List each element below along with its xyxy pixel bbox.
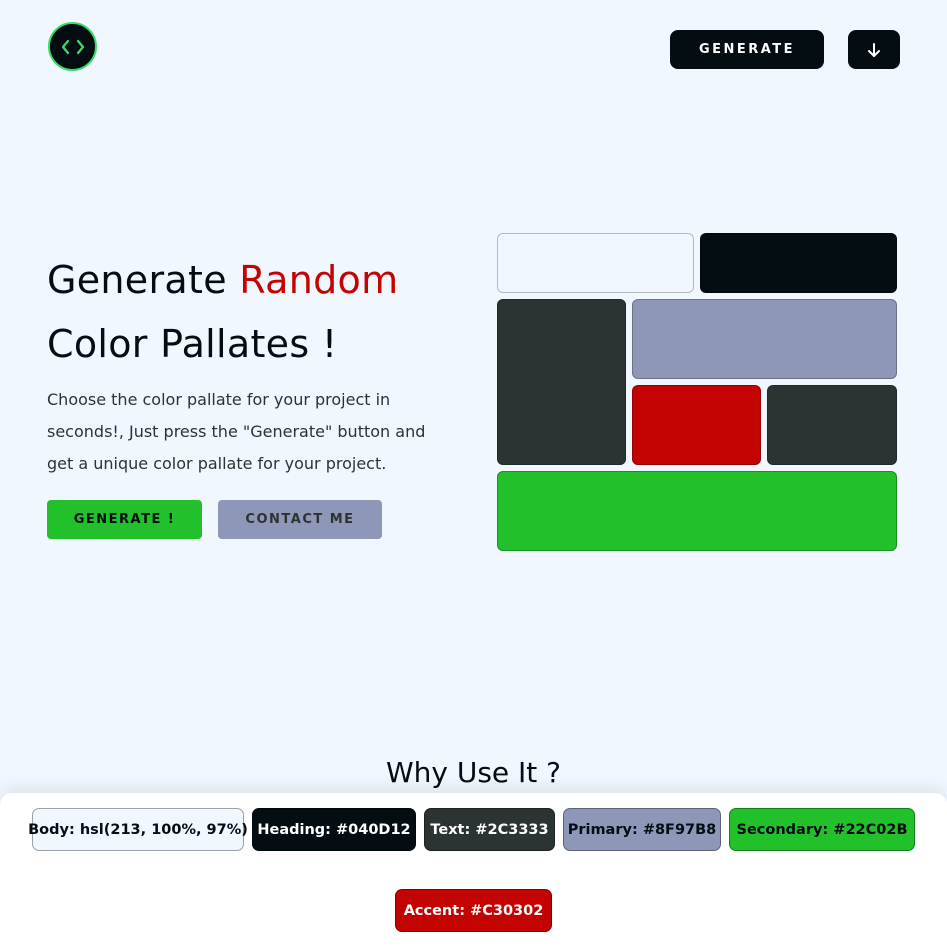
hero-description: Choose the color pallate for your projec…: [47, 390, 426, 473]
chip-text-label: Text:: [430, 821, 471, 838]
chip-secondary[interactable]: Secondary: #22C02B: [729, 808, 915, 851]
chip-text[interactable]: Text: #2C3333: [424, 808, 555, 851]
swatch-text: [497, 299, 626, 465]
arrow-down-icon: [868, 42, 880, 57]
hero-generate-button[interactable]: GENERATE !: [47, 500, 202, 539]
chip-text-value: #2C3333: [475, 821, 549, 838]
chip-accent-value: #C30302: [470, 902, 544, 919]
contact-button-label: CONTACT ME: [245, 512, 355, 527]
swatch-secondary: [497, 471, 897, 551]
swatch-heading: [700, 233, 897, 293]
logo[interactable]: [48, 22, 97, 71]
contact-button[interactable]: CONTACT ME: [218, 500, 382, 539]
download-button[interactable]: [848, 30, 900, 69]
page: GENERATE Generate Random Color Pallates …: [0, 0, 947, 947]
hero-title-accent: Random: [239, 258, 399, 302]
generate-button[interactable]: GENERATE: [670, 30, 824, 69]
hero-title-line2: Color Pallates !: [47, 322, 338, 366]
chip-body[interactable]: Body: hsl(213, 100%, 97%): [28, 808, 248, 851]
section-title: Why Use It ?: [385, 756, 562, 789]
chip-accent[interactable]: Accent: #C30302: [395, 889, 552, 932]
hero-title: Generate Random Color Pallates !: [47, 248, 467, 376]
swatch-accent: [632, 385, 761, 465]
hero-generate-label: GENERATE !: [73, 512, 176, 527]
hero-title-part1: Generate: [47, 258, 227, 302]
code-brackets-icon: [61, 39, 84, 54]
swatch-body: [497, 233, 694, 293]
chip-body-label: Body:: [28, 821, 75, 838]
chip-primary-value: #8F97B8: [642, 821, 717, 838]
chip-primary-label: Primary:: [567, 821, 638, 838]
chip-secondary-value: #22C02B: [833, 821, 908, 838]
chip-heading-value: #040D12: [336, 821, 411, 838]
chip-body-value: hsl(213, 100%, 97%): [79, 821, 248, 838]
chip-heading-label: Heading:: [257, 821, 331, 838]
chip-secondary-label: Secondary:: [736, 821, 829, 838]
chip-primary[interactable]: Primary: #8F97B8: [563, 808, 721, 851]
generate-button-label: GENERATE: [698, 42, 796, 57]
chip-heading[interactable]: Heading: #040D12: [252, 808, 416, 851]
swatch-text-2: [767, 385, 897, 465]
chip-accent-label: Accent:: [403, 902, 465, 919]
swatch-primary: [632, 299, 897, 379]
